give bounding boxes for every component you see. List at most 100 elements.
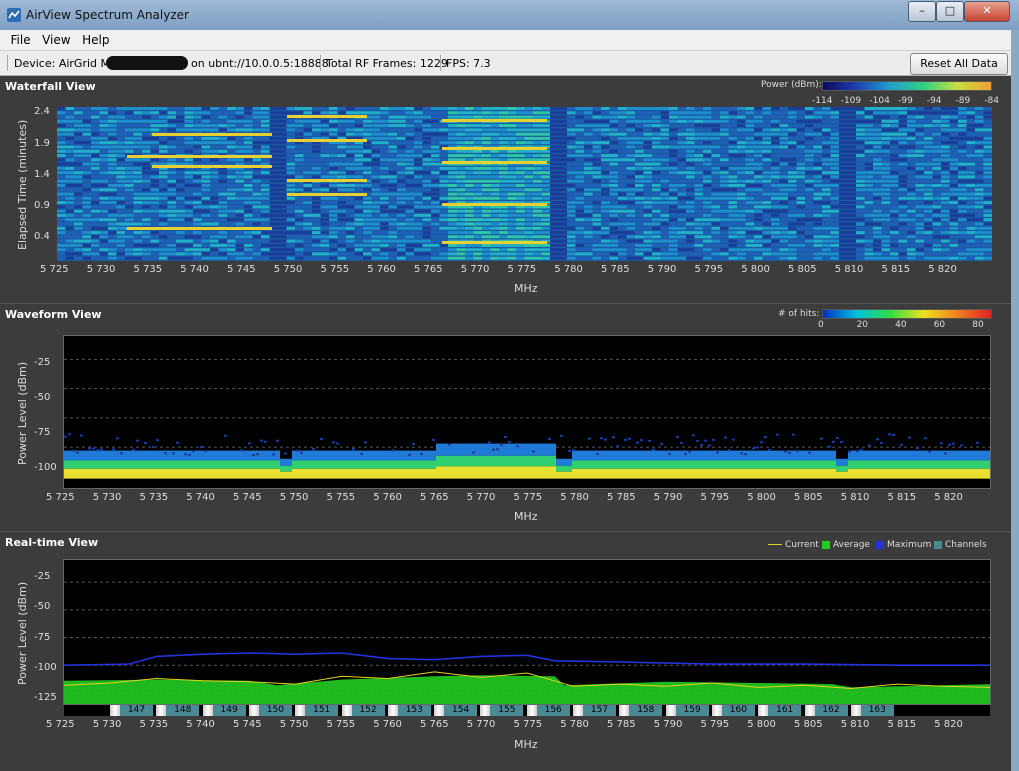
menu-help[interactable]: Help <box>78 30 113 50</box>
waterfall-cell <box>567 188 577 192</box>
waterfall-cell <box>694 235 704 239</box>
waveform-density <box>836 458 840 466</box>
channel-154[interactable]: 154 <box>444 705 478 716</box>
waterfall-cell <box>295 243 305 247</box>
waterfall-cell <box>303 128 313 132</box>
rf-frames-count: Total RF Frames: 1229 <box>326 57 448 70</box>
waterfall-cell <box>227 201 237 205</box>
channel-152[interactable]: 152 <box>351 705 385 716</box>
channel-162[interactable]: 162 <box>814 705 848 716</box>
waveform-speck <box>284 452 287 455</box>
channel-155[interactable]: 155 <box>490 705 524 716</box>
waterfall-cell <box>601 188 611 192</box>
waveform-density <box>424 460 428 469</box>
waterfall-cell <box>82 179 92 183</box>
waterfall-cell <box>108 201 118 205</box>
waterfall-cell <box>703 205 713 209</box>
waterfall-cell <box>218 171 228 175</box>
waveform-density <box>788 468 792 479</box>
channel-149[interactable]: 149 <box>212 705 246 716</box>
waveform-density <box>232 450 236 461</box>
channel-150[interactable]: 150 <box>258 705 292 716</box>
waterfall-heatmap[interactable] <box>57 107 992 261</box>
waveform-plot[interactable] <box>63 335 991 489</box>
waterfall-cell <box>133 239 143 243</box>
waterfall-cell <box>898 111 908 115</box>
realtime-plot[interactable] <box>63 559 991 705</box>
waterfall-cell <box>609 205 619 209</box>
close-button[interactable]: ✕ <box>964 1 1010 22</box>
waveform-density <box>312 460 316 469</box>
waveform-density <box>116 460 120 469</box>
waterfall-cell <box>558 222 568 226</box>
title-bar[interactable]: AirView Spectrum Analyzer – □ ✕ <box>0 0 1019 31</box>
waterfall-cell <box>703 235 713 239</box>
channel-161[interactable]: 161 <box>768 705 802 716</box>
waveform-density <box>848 468 852 479</box>
channel-156[interactable]: 156 <box>536 705 570 716</box>
waveform-density <box>196 450 200 461</box>
waterfall-cell <box>278 158 288 162</box>
waterfall-cell <box>669 158 679 162</box>
waterfall-cell <box>584 188 594 192</box>
waterfall-cell <box>397 252 407 256</box>
waterfall-cell <box>898 256 908 260</box>
waterfall-cell <box>448 128 458 132</box>
waterfall-cell <box>618 222 628 226</box>
waterfall-cell <box>805 179 815 183</box>
waterfall-cell <box>465 222 475 226</box>
channel-147[interactable]: 147 <box>120 705 153 716</box>
legend-swatch <box>822 540 830 549</box>
channel-160[interactable]: 160 <box>721 705 755 716</box>
waterfall-cell <box>99 256 109 260</box>
waterfall-cell <box>728 184 738 187</box>
waveform-density <box>912 450 916 461</box>
channel-159[interactable]: 159 <box>675 705 709 716</box>
waterfall-cell <box>660 119 670 123</box>
waterfall-cell <box>898 209 908 213</box>
maximize-button[interactable]: □ <box>936 1 964 22</box>
channel-151[interactable]: 151 <box>305 705 339 716</box>
waveform-density <box>552 466 556 479</box>
channel-163[interactable]: 163 <box>860 705 894 716</box>
waterfall-cell <box>703 188 713 192</box>
channel-148[interactable]: 148 <box>166 705 200 716</box>
waveform-density <box>332 468 336 479</box>
waterfall-cell <box>499 179 509 183</box>
waveform-speck <box>820 437 823 440</box>
menu-view[interactable]: View <box>38 30 74 50</box>
y-tick-label: 2.4 <box>34 106 50 117</box>
waterfall-cell <box>74 201 84 205</box>
waterfall-cell <box>448 256 458 260</box>
waterfall-cell <box>618 196 628 200</box>
waterfall-cell <box>490 196 500 200</box>
waterfall-cell <box>873 141 883 145</box>
reset-all-data-button[interactable]: Reset All Data <box>910 53 1008 75</box>
channel-157[interactable]: 157 <box>583 705 616 716</box>
waveform-density <box>508 455 512 467</box>
waterfall-cell <box>422 111 432 115</box>
waterfall-cell <box>567 132 577 136</box>
waterfall-cell <box>371 218 381 222</box>
waveform-speck <box>860 448 863 451</box>
waveform-speck <box>504 435 507 438</box>
waveform-density <box>612 460 616 469</box>
menu-file[interactable]: File <box>7 30 35 50</box>
waveform-density <box>892 460 896 469</box>
waterfall-cell <box>82 154 92 158</box>
waterfall-cell <box>167 209 177 213</box>
waterfall-cell <box>847 166 857 170</box>
channel-153[interactable]: 153 <box>397 705 431 716</box>
waveform-density <box>564 471 568 479</box>
waveform-density <box>980 460 984 469</box>
waterfall-cell <box>159 149 169 153</box>
waterfall-cell <box>796 188 806 192</box>
waterfall-cell <box>456 115 466 119</box>
channel-158[interactable]: 158 <box>629 705 663 716</box>
waterfall-cell <box>337 166 347 170</box>
waterfall-cell <box>303 171 313 175</box>
waterfall-cell <box>949 166 959 170</box>
minimize-button[interactable]: – <box>908 1 936 22</box>
waveform-speck <box>64 435 67 438</box>
waterfall-cell <box>890 107 900 110</box>
